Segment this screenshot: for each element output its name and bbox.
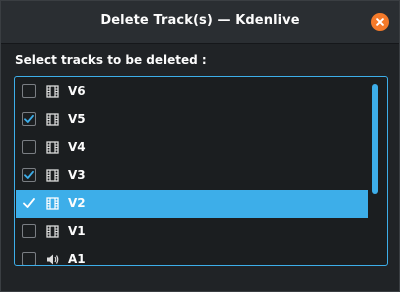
check-icon[interactable] — [22, 196, 36, 210]
video-track-icon — [46, 141, 59, 154]
track-checkbox[interactable] — [22, 84, 36, 98]
track-label: V4 — [68, 140, 86, 154]
track-list[interactable]: V6 V5 V4 V3 V2 V1 A1 — [14, 76, 388, 266]
track-checkbox[interactable] — [22, 140, 36, 154]
track-checkbox[interactable] — [22, 252, 36, 265]
track-label: V1 — [68, 224, 86, 238]
prompt-label: Select tracks to be deleted : — [15, 53, 207, 67]
track-row[interactable]: V5 — [16, 106, 368, 134]
track-label: V6 — [68, 84, 86, 98]
track-label: A1 — [68, 252, 86, 266]
title-bar[interactable]: Delete Track(s) — Kdenlive — [1, 1, 399, 44]
close-icon[interactable] — [371, 13, 389, 31]
video-track-icon — [46, 169, 59, 182]
track-row[interactable]: V3 — [16, 162, 368, 190]
track-rows: V6 V5 V4 V3 V2 V1 A1 — [16, 78, 368, 266]
track-label: V2 — [68, 196, 86, 210]
video-track-icon — [46, 225, 59, 238]
delete-tracks-dialog: Delete Track(s) — Kdenlive Select tracks… — [0, 0, 400, 292]
audio-track-icon — [46, 253, 59, 265]
video-track-icon — [46, 197, 59, 210]
track-row[interactable]: V1 — [16, 218, 368, 246]
video-track-icon — [46, 85, 59, 98]
scrollbar-thumb[interactable] — [372, 84, 378, 194]
track-row[interactable]: V6 — [16, 78, 368, 106]
track-checkbox[interactable] — [22, 112, 36, 126]
track-checkbox[interactable] — [22, 224, 36, 238]
track-checkbox[interactable] — [22, 168, 36, 182]
window-title: Delete Track(s) — Kdenlive — [100, 13, 300, 28]
scrollbar[interactable] — [371, 82, 379, 260]
track-label: V3 — [68, 168, 86, 182]
track-row[interactable]: V4 — [16, 134, 368, 162]
track-row[interactable]: V2 — [16, 190, 368, 218]
track-label: V5 — [68, 112, 86, 126]
track-row[interactable]: A1 — [16, 246, 368, 266]
video-track-icon — [46, 113, 59, 126]
